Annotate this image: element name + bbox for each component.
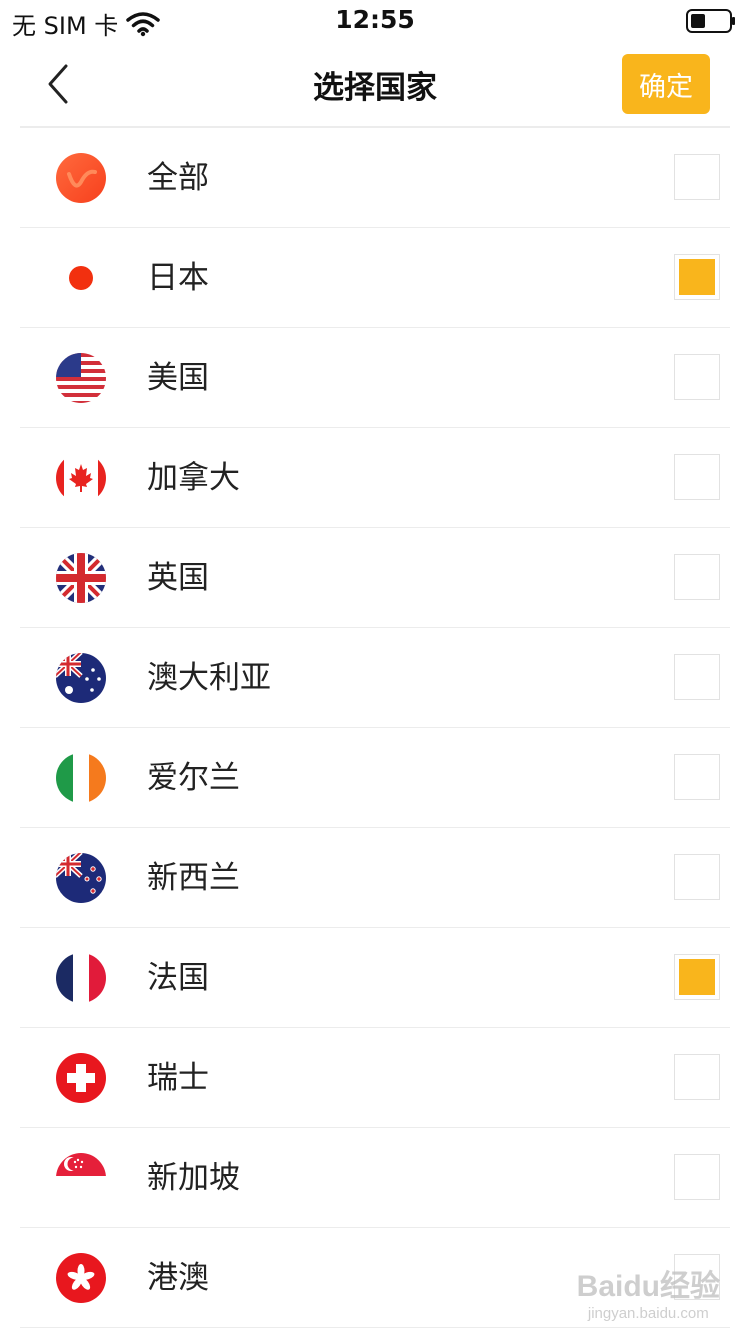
country-label: 日本 (147, 260, 209, 296)
checkbox-checked[interactable] (674, 954, 720, 1000)
country-label: 新西兰 (147, 860, 240, 896)
flag-uk-icon (55, 552, 107, 604)
watermark-sub: jingyan.baidu.com (587, 1305, 709, 1322)
status-time: 12:55 (335, 5, 415, 34)
watermark-main: Baidu经验 (576, 1270, 720, 1303)
nav-bar: 选择国家 确定 (0, 40, 750, 126)
checkbox[interactable] (674, 1154, 720, 1200)
flag-france-icon (55, 952, 107, 1004)
country-item-australia[interactable]: 澳大利亚 (20, 628, 730, 728)
checkbox[interactable] (674, 754, 720, 800)
all-icon (55, 152, 107, 204)
status-bar: 无 SIM 卡 12:55 (0, 0, 750, 40)
country-label: 美国 (147, 360, 209, 396)
checkbox[interactable] (674, 1054, 720, 1100)
checkbox-checked[interactable] (674, 254, 720, 300)
flag-usa-icon (55, 352, 107, 404)
checkbox[interactable] (674, 554, 720, 600)
country-item-all[interactable]: 全部 (20, 128, 730, 228)
country-item-canada[interactable]: 加拿大 (20, 428, 730, 528)
country-label: 英国 (147, 560, 209, 596)
country-label: 爱尔兰 (147, 760, 240, 796)
country-item-singapore[interactable]: 新加坡 (20, 1128, 730, 1228)
flag-australia-icon (55, 652, 107, 704)
checkbox[interactable] (674, 154, 720, 200)
country-item-uk[interactable]: 英国 (20, 528, 730, 628)
flag-japan-icon (55, 252, 107, 304)
watermark: Baidu经验 jingyan.baidu.com (577, 1261, 720, 1322)
country-label: 港澳 (147, 1260, 209, 1296)
flag-canada-icon (55, 452, 107, 504)
flag-singapore-icon (55, 1152, 107, 1204)
country-label: 全部 (147, 160, 209, 196)
country-item-new-zealand[interactable]: 新西兰 (20, 828, 730, 928)
checkbox[interactable] (674, 354, 720, 400)
checkbox[interactable] (674, 454, 720, 500)
country-list: 全部 日本 美国 加拿大 英国 澳大利亚 爱尔兰 新西兰 法国 瑞士 新加坡 港… (20, 128, 730, 1328)
flag-new-zealand-icon (55, 852, 107, 904)
flag-switzerland-icon (55, 1052, 107, 1104)
flag-hongkong-icon (55, 1252, 107, 1304)
country-item-japan[interactable]: 日本 (20, 228, 730, 328)
country-item-ireland[interactable]: 爱尔兰 (20, 728, 730, 828)
country-label: 瑞士 (147, 1060, 209, 1096)
country-label: 法国 (147, 960, 209, 996)
battery-icon (686, 9, 735, 33)
country-label: 加拿大 (147, 460, 240, 496)
checkbox[interactable] (674, 854, 720, 900)
country-label: 新加坡 (147, 1160, 240, 1196)
country-item-usa[interactable]: 美国 (20, 328, 730, 428)
confirm-button[interactable]: 确定 (622, 54, 710, 114)
country-item-france[interactable]: 法国 (20, 928, 730, 1028)
checkbox[interactable] (674, 654, 720, 700)
flag-ireland-icon (55, 752, 107, 804)
country-label: 澳大利亚 (147, 660, 271, 696)
country-item-switzerland[interactable]: 瑞士 (20, 1028, 730, 1128)
